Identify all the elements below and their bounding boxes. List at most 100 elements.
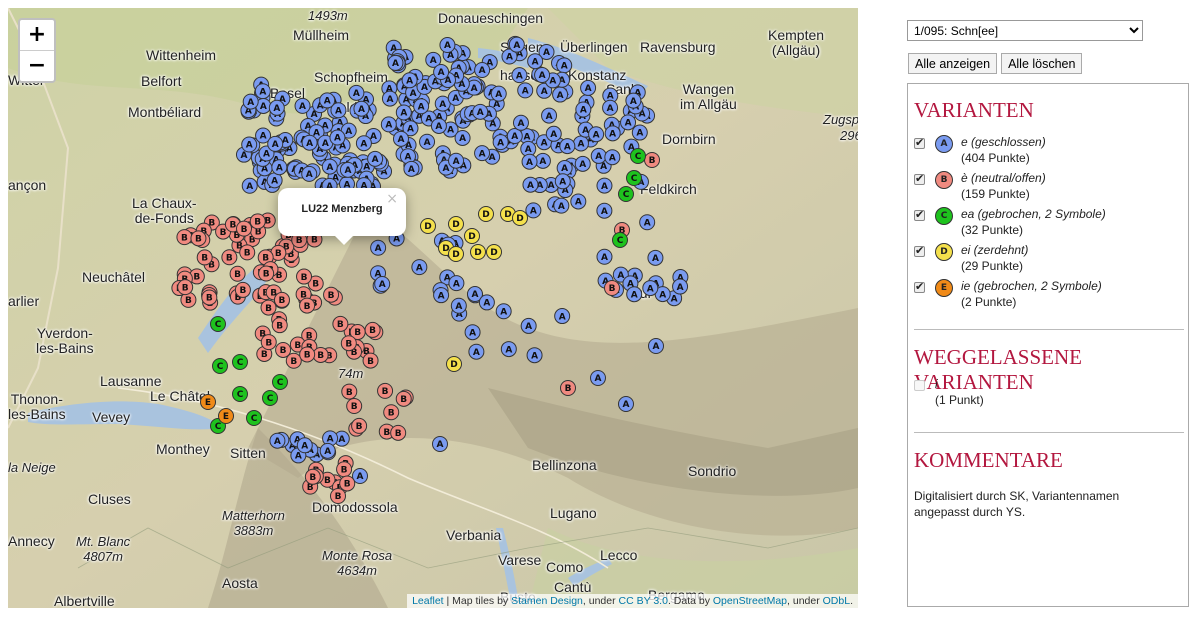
map-select[interactable]: 1/095: Schn[ee] <box>907 20 1143 41</box>
variant-marker-a[interactable]: A <box>492 134 509 151</box>
variant-marker-a[interactable]: A <box>511 67 528 84</box>
variant-marker-a[interactable]: A <box>556 160 573 177</box>
variant-marker-a[interactable]: A <box>521 153 538 170</box>
variant-marker-a[interactable]: A <box>294 97 311 114</box>
variant-marker-a[interactable]: A <box>541 107 558 124</box>
variant-marker-a[interactable]: A <box>527 53 544 70</box>
variant-marker-b[interactable]: B <box>383 404 400 421</box>
variant-marker-b[interactable]: B <box>644 152 660 168</box>
variant-marker-a[interactable]: A <box>339 161 356 178</box>
variant-marker-a[interactable]: A <box>433 287 450 304</box>
variant-marker-a[interactable]: A <box>464 324 481 341</box>
odbl-link[interactable]: ODbL <box>823 595 850 607</box>
variant-marker-a[interactable]: A <box>241 136 258 153</box>
variant-marker-a[interactable]: A <box>432 436 448 452</box>
variant-marker-b[interactable]: B <box>323 286 340 303</box>
variant-item-d[interactable]: Dei (zerdehnt) (29 Punkte) <box>914 242 1028 274</box>
variant-marker-a[interactable]: A <box>596 248 613 265</box>
variant-marker-b[interactable]: B <box>341 383 358 400</box>
variant-marker-a[interactable]: A <box>570 193 587 210</box>
variant-marker-b[interactable]: B <box>604 280 620 296</box>
variant-marker-a[interactable]: A <box>490 85 507 102</box>
variant-marker-a[interactable]: A <box>329 129 346 146</box>
variant-marker-a[interactable]: A <box>500 341 517 358</box>
variant-marker-a[interactable]: A <box>319 92 336 109</box>
variant-marker-b[interactable]: B <box>351 417 368 434</box>
variant-marker-b[interactable]: B <box>271 317 288 334</box>
variant-marker-c[interactable]: C <box>246 410 262 426</box>
variant-marker-a[interactable]: A <box>374 275 391 292</box>
ccby-link[interactable]: CC BY 3.0 <box>619 595 668 607</box>
variant-marker-a[interactable]: A <box>590 370 606 386</box>
variant-marker-a[interactable]: A <box>588 126 605 143</box>
variant-marker-a[interactable]: A <box>472 103 489 120</box>
variant-marker-a[interactable]: A <box>380 116 397 133</box>
variant-marker-a[interactable]: A <box>319 442 336 459</box>
variant-marker-b[interactable]: B <box>336 461 353 478</box>
variant-marker-d[interactable]: D <box>448 246 464 262</box>
variant-marker-a[interactable]: A <box>353 100 370 117</box>
variant-marker-b[interactable]: B <box>196 249 213 266</box>
variant-marker-a[interactable]: A <box>348 84 365 101</box>
variant-marker-a[interactable]: A <box>554 308 571 325</box>
variant-marker-c[interactable]: C <box>232 354 248 370</box>
variant-marker-a[interactable]: A <box>411 259 428 276</box>
variant-marker-a[interactable]: A <box>625 92 642 109</box>
variant-item-b[interactable]: Bè (neutral/offen) (159 Punkte) <box>914 170 1046 202</box>
variant-marker-a[interactable]: A <box>642 280 659 297</box>
variant-marker-a[interactable]: A <box>254 83 271 100</box>
variant-marker-a[interactable]: A <box>508 36 525 53</box>
variant-marker-c[interactable]: C <box>272 374 288 390</box>
variant-marker-b[interactable]: B <box>260 299 277 316</box>
variant-marker-a[interactable]: A <box>556 57 573 74</box>
variant-marker-a[interactable]: A <box>267 135 284 152</box>
variant-marker-b[interactable]: B <box>390 424 407 441</box>
variant-marker-a[interactable]: A <box>572 135 589 152</box>
variant-marker-a[interactable]: A <box>413 98 430 115</box>
variant-marker-a[interactable]: A <box>370 239 387 256</box>
variant-marker-b[interactable]: B <box>273 291 290 308</box>
omitted-checkbox[interactable] <box>914 380 925 391</box>
variant-marker-b[interactable]: B <box>229 265 246 282</box>
variant-marker-b[interactable]: B <box>234 281 251 298</box>
variant-marker-a[interactable]: A <box>580 79 597 96</box>
variant-marker-c[interactable]: C <box>626 170 642 186</box>
variant-marker-b[interactable]: B <box>190 230 207 247</box>
popup-close-button[interactable]: × <box>386 191 398 207</box>
variant-marker-d[interactable]: D <box>512 210 528 226</box>
variant-marker-d[interactable]: D <box>486 244 502 260</box>
variant-marker-a[interactable]: A <box>419 133 436 150</box>
variant-checkbox[interactable] <box>914 136 925 149</box>
zoom-out-button[interactable]: − <box>20 50 54 81</box>
variant-marker-a[interactable]: A <box>575 101 592 118</box>
zoom-in-button[interactable]: + <box>20 20 54 50</box>
variant-marker-a[interactable]: A <box>559 138 576 155</box>
variant-marker-b[interactable]: B <box>239 244 256 261</box>
variant-marker-d[interactable]: D <box>420 218 436 234</box>
variant-marker-a[interactable]: A <box>596 202 613 219</box>
variant-marker-a[interactable]: A <box>478 294 495 311</box>
variant-checkbox[interactable] <box>914 208 925 221</box>
variant-marker-a[interactable]: A <box>321 158 338 175</box>
variant-marker-a[interactable]: A <box>618 396 634 412</box>
variant-marker-a[interactable]: A <box>268 99 285 116</box>
variant-marker-c[interactable]: C <box>612 232 628 248</box>
variant-marker-a[interactable]: A <box>553 197 570 214</box>
variant-marker-a[interactable]: A <box>241 177 258 194</box>
variant-marker-a[interactable]: A <box>468 343 485 360</box>
variant-marker-a[interactable]: A <box>626 286 643 303</box>
variant-marker-a[interactable]: A <box>647 249 664 266</box>
variant-marker-b[interactable]: B <box>258 265 275 282</box>
variant-marker-b[interactable]: B <box>249 213 266 230</box>
variant-marker-b[interactable]: B <box>560 380 576 396</box>
variant-marker-a[interactable]: A <box>648 338 664 354</box>
variant-marker-a[interactable]: A <box>534 152 551 169</box>
variant-marker-a[interactable]: A <box>602 99 619 116</box>
variant-marker-a[interactable]: A <box>454 129 471 146</box>
clear-all-button[interactable]: Alle löschen <box>1001 53 1083 74</box>
variant-marker-a[interactable]: A <box>522 176 539 193</box>
variant-marker-a[interactable]: A <box>301 134 318 151</box>
stamen-link[interactable]: Stamen Design <box>511 595 583 607</box>
variant-marker-d[interactable]: D <box>464 228 480 244</box>
variant-marker-a[interactable]: A <box>596 177 613 194</box>
